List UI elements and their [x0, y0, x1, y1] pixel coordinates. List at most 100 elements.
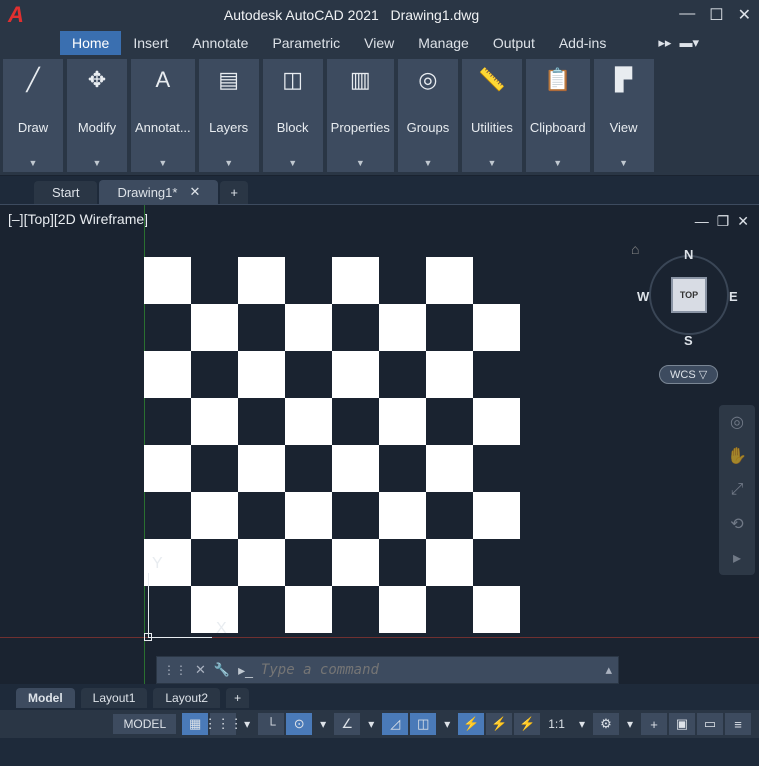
canvas[interactable]: Y X: [0, 205, 759, 684]
ucs-x-line: [148, 637, 212, 638]
status-isolate-icon[interactable]: ▣: [669, 713, 695, 735]
menu-manage[interactable]: Manage: [406, 31, 481, 55]
panel-dropdown-icon[interactable]: ▼: [423, 156, 432, 170]
chevron-down-icon[interactable]: ▾: [621, 717, 639, 731]
orbit-icon[interactable]: ⟲: [726, 513, 748, 535]
board-square: [191, 539, 238, 586]
wcs-badge[interactable]: WCS ▽: [659, 365, 718, 384]
status-osnap-track-icon[interactable]: ◫: [410, 713, 436, 735]
board-square: [379, 445, 426, 492]
status-isodraft-icon[interactable]: ∠: [334, 713, 360, 735]
cmdline-close-icon[interactable]: ✕: [195, 662, 206, 678]
status-model-space[interactable]: MODEL: [113, 714, 176, 734]
viewcube-south[interactable]: S: [684, 333, 693, 348]
menu-panel-icon[interactable]: ▬▾: [679, 35, 699, 51]
layout-tab-model[interactable]: Model: [16, 688, 75, 708]
board-square: [144, 445, 191, 492]
zoom-extents-icon[interactable]: ⤢: [726, 479, 748, 501]
status-annoscale-icon[interactable]: ⚡: [458, 713, 484, 735]
chevron-down-icon[interactable]: ▾: [362, 717, 380, 731]
status-workspace-icon[interactable]: ⚙: [593, 713, 619, 735]
menu-insert[interactable]: Insert: [121, 31, 180, 55]
cmdline-handle-icon[interactable]: ⋮⋮: [163, 663, 187, 677]
menu-view[interactable]: View: [352, 31, 406, 55]
layout-tab-layout1[interactable]: Layout1: [81, 688, 148, 708]
close-button[interactable]: ✕: [738, 5, 751, 25]
panel-properties[interactable]: ▥ Properties ▼: [326, 58, 395, 173]
new-tab-button[interactable]: +: [220, 181, 248, 204]
panel-layers[interactable]: ▤ Layers ▼: [198, 58, 260, 173]
status-monitor-icon[interactable]: +: [641, 713, 667, 735]
panel-groups[interactable]: ◎ Groups ▼: [397, 58, 459, 173]
board-square: [191, 257, 238, 304]
command-input[interactable]: [261, 662, 598, 678]
status-annoadd-icon[interactable]: ⚡: [514, 713, 540, 735]
panel-dropdown-icon[interactable]: ▼: [29, 156, 38, 170]
menu-parametric[interactable]: Parametric: [260, 31, 352, 55]
panel-dropdown-icon[interactable]: ▼: [224, 156, 233, 170]
panel-clipboard[interactable]: 📋 Clipboard ▼: [525, 58, 591, 173]
ucs-origin-box: [144, 633, 152, 641]
home-view-icon[interactable]: ⌂: [631, 241, 639, 257]
status-polar-icon[interactable]: ⊙: [286, 713, 312, 735]
minimize-button[interactable]: —: [679, 5, 695, 25]
status-cleanscreen-icon[interactable]: ▭: [697, 713, 723, 735]
cmdline-config-icon[interactable]: 🔧: [214, 662, 230, 678]
panel-dropdown-icon[interactable]: ▼: [288, 156, 297, 170]
viewcube-west[interactable]: W: [637, 289, 649, 304]
status-customize-icon[interactable]: ≡: [725, 713, 751, 735]
menu-more-icon[interactable]: ▸▸: [658, 35, 671, 51]
layout-tab-layout2[interactable]: Layout2: [153, 688, 220, 708]
panel-dropdown-icon[interactable]: ▼: [158, 156, 167, 170]
panel-dropdown-icon[interactable]: ▼: [619, 156, 628, 170]
drawing-viewport[interactable]: [–][Top][2D Wireframe] — ❐ ✕ Y X ⌂ TOP N…: [0, 204, 759, 684]
viewcube-north[interactable]: N: [684, 247, 693, 262]
board-square: [238, 351, 285, 398]
cmdline-history-icon[interactable]: ▴: [605, 662, 612, 678]
menu-output[interactable]: Output: [481, 31, 547, 55]
board-square: [238, 492, 285, 539]
panel-block[interactable]: ◫ Block ▼: [262, 58, 324, 173]
menu-addins[interactable]: Add-ins: [547, 31, 618, 55]
board-square: [426, 257, 473, 304]
showmotion-icon[interactable]: ▸: [726, 547, 748, 569]
chevron-down-icon[interactable]: ▾: [573, 717, 591, 731]
status-snap-icon[interactable]: ⋮⋮⋮: [210, 713, 236, 735]
viewcube-east[interactable]: E: [729, 289, 738, 304]
status-scale[interactable]: 1:1: [542, 717, 571, 731]
close-tab-icon[interactable]: ✕: [189, 184, 200, 200]
add-layout-button[interactable]: +: [226, 688, 249, 708]
status-annovis-icon[interactable]: ⚡: [486, 713, 512, 735]
panel-view[interactable]: ▛ View ▼: [593, 58, 655, 173]
panel-modify[interactable]: ✥ Modify ▼: [66, 58, 128, 173]
panel-dropdown-icon[interactable]: ▼: [356, 156, 365, 170]
maximize-button[interactable]: ☐: [709, 5, 723, 25]
board-square: [332, 492, 379, 539]
status-ortho-icon[interactable]: └: [258, 713, 284, 735]
status-osnap-icon[interactable]: ◿: [382, 713, 408, 735]
board-square: [144, 398, 191, 445]
panel-utilities[interactable]: 📏 Utilities ▼: [461, 58, 523, 173]
panel-draw[interactable]: ╱ Draw ▼: [2, 58, 64, 173]
panel-dropdown-icon[interactable]: ▼: [93, 156, 102, 170]
steering-wheel-icon[interactable]: ◎: [726, 411, 748, 433]
navigation-bar[interactable]: ◎ ✋ ⤢ ⟲ ▸: [719, 405, 755, 575]
pan-icon[interactable]: ✋: [726, 445, 748, 467]
chevron-down-icon[interactable]: ▾: [314, 717, 332, 731]
chevron-down-icon[interactable]: ▾: [438, 717, 456, 731]
panel-dropdown-icon[interactable]: ▼: [487, 156, 496, 170]
command-line[interactable]: ⋮⋮ ✕ 🔧 ▸_ ▴: [156, 656, 619, 684]
board-square: [426, 586, 473, 633]
board-square: [473, 586, 520, 633]
layout-tabs: Model Layout1 Layout2 +: [0, 686, 759, 710]
board-square: [379, 586, 426, 633]
tab-start[interactable]: Start: [34, 181, 97, 204]
board-square: [285, 586, 332, 633]
menu-home[interactable]: Home: [60, 31, 121, 55]
menu-annotate[interactable]: Annotate: [180, 31, 260, 55]
tab-drawing1[interactable]: Drawing1* ✕: [99, 180, 218, 204]
viewcube-face[interactable]: TOP: [671, 277, 707, 313]
panel-annotation[interactable]: A Annotat... ▼: [130, 58, 196, 173]
panel-dropdown-icon[interactable]: ▼: [553, 156, 562, 170]
chevron-down-icon[interactable]: ▾: [238, 717, 256, 731]
